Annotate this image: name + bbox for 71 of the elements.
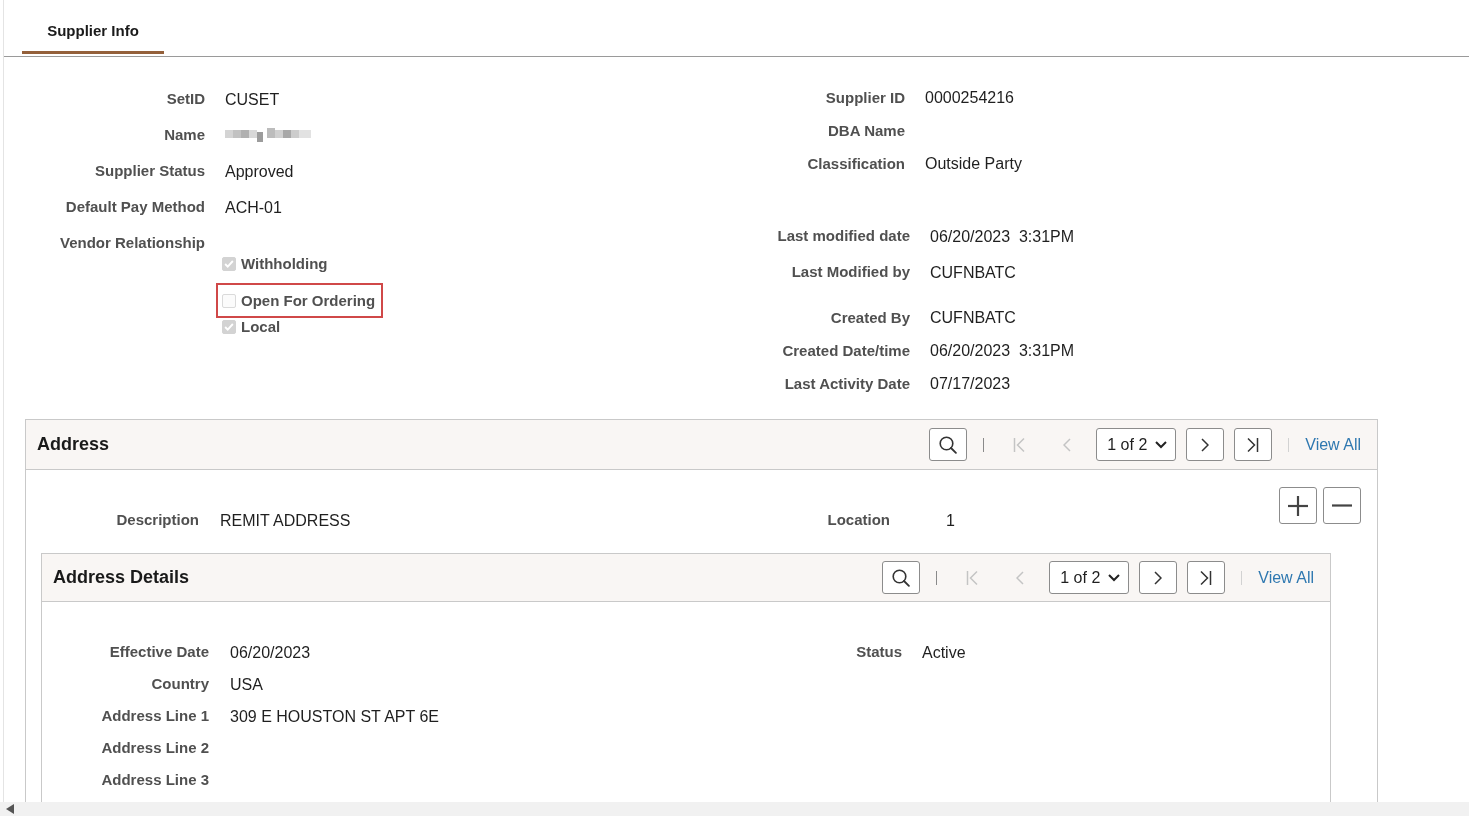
minus-icon [1332, 504, 1352, 507]
field-label: Vendor Relationship [58, 233, 205, 253]
section-title: Address Details [53, 567, 191, 588]
field-label: Address Line 3 [100, 771, 209, 789]
field-label: Status [855, 643, 902, 661]
field-value: 06/20/2023 [230, 642, 311, 662]
field-label: Address Line 2 [100, 739, 209, 757]
search-icon [892, 568, 911, 587]
field-value: CUFNBATC [930, 308, 1016, 327]
delete-row-button[interactable] [1323, 487, 1361, 524]
chevron-right-icon [1201, 437, 1210, 452]
search-button[interactable] [882, 561, 921, 594]
field-value: 06/20/2023 3:31PM [930, 341, 1075, 360]
field-label: SetID [165, 90, 205, 108]
checkbox-label: Local [241, 318, 281, 336]
field-label: Name [163, 126, 205, 144]
field-value: 0000254216 [925, 88, 1014, 107]
field-value: CUFNBATC [930, 262, 1016, 282]
page-select[interactable]: 1 of 2 [1049, 561, 1130, 594]
next-page-button[interactable] [1186, 428, 1225, 461]
next-page-button[interactable] [1139, 561, 1178, 594]
field-value: CUSET [225, 89, 280, 109]
search-icon [939, 435, 958, 454]
page-select[interactable]: 1 of 2 [1096, 428, 1177, 461]
field-label: Supplier Status [93, 162, 205, 180]
chevron-bar-right-icon [1247, 436, 1260, 453]
field-label: Description [115, 511, 199, 529]
field-label: Last Modified by [790, 263, 910, 281]
tab[interactable]: Supplier Info [22, 0, 164, 54]
field-value: USA [230, 674, 263, 694]
view-all-link[interactable]: View All [1258, 568, 1314, 587]
field-value: 309 E HOUSTON ST APT 6E [230, 706, 439, 726]
field-value: Approved [225, 161, 294, 181]
field-label: Effective Date [108, 643, 209, 661]
chevron-left-icon [1016, 570, 1025, 585]
plus-icon [1288, 495, 1308, 516]
field-label: Classification [806, 154, 905, 173]
field-label: Address Line 1 [100, 707, 209, 725]
checkbox-label: Withholding [241, 255, 328, 273]
last-page-button[interactable] [1187, 561, 1226, 594]
section-title: Address [37, 434, 111, 455]
chevron-down-icon [1155, 440, 1168, 449]
field-label: Country [150, 675, 209, 693]
field-label: DBA Name [827, 121, 905, 140]
field-label: Created Date/time [781, 341, 910, 360]
triangle-left-icon[interactable] [6, 804, 14, 814]
field-label: Last modified date [776, 227, 910, 245]
field-label: Created By [829, 308, 910, 327]
chevron-bar-left-icon [1013, 436, 1026, 453]
chevron-left-icon [1063, 437, 1072, 452]
field-value: ACH-01 [225, 197, 282, 217]
add-row-button[interactable] [1279, 487, 1317, 524]
checkbox-label: Open For Ordering [241, 291, 376, 310]
field-value: Active [922, 642, 966, 662]
field-value: 07/17/2023 [930, 374, 1011, 393]
chevron-bar-right-icon [1200, 569, 1213, 586]
field-label: Supplier ID [824, 88, 905, 107]
horizontal-scrollbar[interactable] [0, 802, 1469, 816]
chevron-right-icon [1154, 570, 1163, 585]
field-label: Location [826, 511, 890, 529]
view-all-link[interactable]: View All [1305, 435, 1361, 454]
field-label: Last Activity Date [783, 374, 910, 393]
field-value: REMIT ADDRESS [220, 510, 351, 530]
field-label: Default Pay Method [64, 198, 205, 216]
field-value: 1 [946, 510, 955, 530]
last-page-button[interactable] [1234, 428, 1273, 461]
chevron-bar-left-icon [966, 569, 979, 586]
field-value: 06/20/2023 3:31PM [930, 226, 1075, 246]
field-value: Outside Party [925, 154, 1022, 173]
search-button[interactable] [929, 428, 968, 461]
chevron-down-icon [1108, 573, 1121, 582]
